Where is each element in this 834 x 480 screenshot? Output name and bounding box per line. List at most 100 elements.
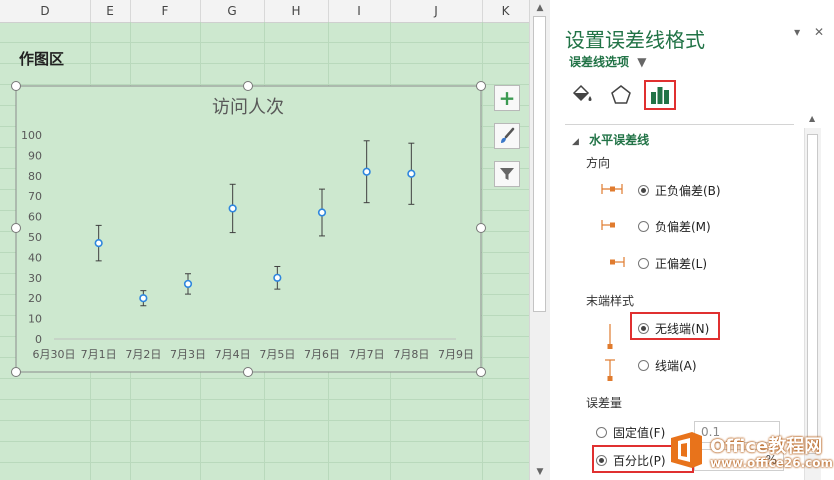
watermark: Office教程网 www.office26.com	[668, 426, 834, 476]
y-tick-label: 100	[21, 129, 42, 142]
close-icon[interactable]: ✕	[814, 25, 824, 39]
direction-both-option[interactable]: 正负偏差(B)	[638, 182, 721, 199]
filter-icon	[500, 168, 514, 180]
direction-plus-icon	[610, 257, 625, 267]
y-tick-label: 60	[28, 211, 42, 224]
no-cap-label: 无线端(N)	[655, 322, 710, 336]
direction-minus-icon	[601, 220, 615, 230]
fixed-value-option[interactable]: 固定值(F)	[596, 424, 665, 441]
no-cap-radio[interactable]	[638, 323, 649, 334]
scrollbar-thumb[interactable]	[533, 16, 546, 312]
fill-line-icon	[572, 84, 592, 102]
tab-error-bar-options[interactable]	[644, 80, 676, 110]
percentage-option[interactable]: 百分比(P)	[596, 452, 666, 469]
watermark-brand: Office教程网	[710, 436, 823, 457]
x-tick-label: 7月9日	[438, 348, 474, 361]
data-point[interactable]	[228, 204, 237, 213]
direction-minus-radio[interactable]	[638, 221, 649, 232]
y-tick-label: 20	[28, 292, 42, 305]
worksheet-area[interactable]: D E F G H I J K 作图区 访问人次 0 10 20 30 40 5…	[0, 0, 529, 480]
resize-handle-bottom-right[interactable]	[476, 367, 486, 377]
data-point[interactable]	[183, 279, 193, 289]
direction-minus-label: 负偏差(M)	[655, 220, 711, 234]
pane-scrollbar-thumb[interactable]	[807, 134, 818, 454]
direction-plus-radio[interactable]	[638, 258, 649, 269]
pane-options-dropdown-icon[interactable]: ▾	[794, 25, 800, 39]
direction-plus-label: 正偏差(L)	[655, 257, 708, 271]
resize-handle-left[interactable]	[11, 223, 21, 233]
y-tick-label: 0	[35, 333, 42, 346]
end-style-label: 末端样式	[586, 294, 635, 308]
effects-icon	[611, 85, 631, 104]
no-cap-icon	[607, 324, 613, 349]
x-tick-label: 7月2日	[125, 348, 161, 361]
pane-separator	[565, 124, 794, 125]
chart-styles-button[interactable]	[494, 123, 520, 149]
no-cap-option[interactable]: 无线端(N)	[638, 320, 709, 337]
tab-effects[interactable]	[605, 80, 637, 110]
y-tick-label: 40	[28, 251, 42, 264]
direction-both-radio[interactable]	[638, 185, 649, 196]
plus-icon: +	[498, 86, 516, 110]
y-tick-label: 70	[28, 190, 42, 203]
x-tick-label: 7月4日	[215, 348, 251, 361]
direction-both-label: 正负偏差(B)	[655, 184, 721, 198]
y-tick-label: 90	[28, 149, 42, 162]
data-point[interactable]	[317, 208, 327, 217]
data-point[interactable]	[362, 167, 371, 176]
data-point[interactable]	[407, 169, 416, 178]
scroll-down-arrow-icon[interactable]: ▼	[534, 466, 546, 478]
watermark-url: www.office26.com	[710, 456, 834, 470]
chart-filters-button[interactable]	[494, 161, 520, 187]
resize-handle-top-left[interactable]	[11, 81, 21, 91]
x-tick-label: 7月1日	[81, 348, 117, 361]
scatter-chart[interactable]: 访问人次 0 10 20 30 40 50 60 70 80 90 100 6月30日 7月1日 7月2…	[0, 0, 529, 480]
sheet-vertical-scrollbar[interactable]: ▲ ▼	[529, 0, 550, 480]
data-point[interactable]	[273, 273, 282, 282]
fixed-value-radio[interactable]	[596, 427, 607, 438]
options-dropdown-label: 误差线选项	[569, 55, 630, 69]
section-header-horizontal-error-bars[interactable]: ◢ 水平误差线	[572, 131, 649, 148]
y-tick-label: 10	[28, 313, 42, 326]
brush-icon	[501, 127, 515, 143]
percentage-radio[interactable]	[596, 455, 607, 466]
collapse-triangle-icon: ◢	[572, 137, 579, 147]
percentage-label: 百分比(P)	[613, 454, 666, 468]
resize-handle-top-right[interactable]	[476, 81, 486, 91]
error-amount-label: 误差量	[586, 396, 623, 410]
x-tick-label: 7月7日	[349, 348, 385, 361]
pane-title: 设置误差线格式	[565, 28, 705, 52]
x-tick-label: 6月30日	[33, 348, 76, 361]
pane-scroll-up-icon[interactable]: ▲	[809, 114, 815, 123]
chart-title: 访问人次	[212, 97, 284, 118]
cap-option[interactable]: 线端(A)	[638, 357, 697, 374]
direction-label: 方向	[586, 156, 611, 170]
cap-icon	[605, 359, 615, 381]
scroll-up-arrow-icon[interactable]: ▲	[534, 2, 546, 14]
resize-handle-bottom-left[interactable]	[11, 367, 21, 377]
data-point[interactable]	[94, 239, 103, 248]
resize-handle-right[interactable]	[476, 223, 486, 233]
x-tick-label: 7月3日	[170, 348, 206, 361]
resize-handle-top[interactable]	[243, 81, 253, 91]
y-tick-label: 30	[28, 272, 42, 285]
error-bar-options-icon	[651, 87, 669, 104]
tab-fill-line[interactable]	[566, 80, 598, 110]
direction-both-icon	[601, 184, 623, 194]
resize-handle-bottom[interactable]	[243, 367, 253, 377]
x-tick-label: 7月8日	[393, 348, 429, 361]
section-title: 水平误差线	[589, 133, 650, 147]
y-tick-label: 80	[28, 170, 42, 183]
x-tick-label: 7月5日	[259, 348, 295, 361]
cap-label: 线端(A)	[655, 359, 697, 373]
cap-radio[interactable]	[638, 360, 649, 371]
chart-elements-button[interactable]: +	[494, 85, 520, 111]
chevron-down-icon: ▼	[637, 55, 647, 69]
chart-frame	[15, 85, 482, 373]
direction-minus-option[interactable]: 负偏差(M)	[638, 218, 711, 235]
direction-plus-option[interactable]: 正偏差(L)	[638, 255, 707, 272]
data-point[interactable]	[139, 294, 148, 303]
error-bar-options-dropdown[interactable]: 误差线选项 ▼	[569, 53, 646, 70]
fixed-value-label: 固定值(F)	[613, 426, 666, 440]
format-error-bars-pane: 设置误差线格式 ▾ ✕ 误差线选项 ▼ ◢ 水平误差线 方向 正负偏差(B) 负…	[550, 0, 834, 480]
